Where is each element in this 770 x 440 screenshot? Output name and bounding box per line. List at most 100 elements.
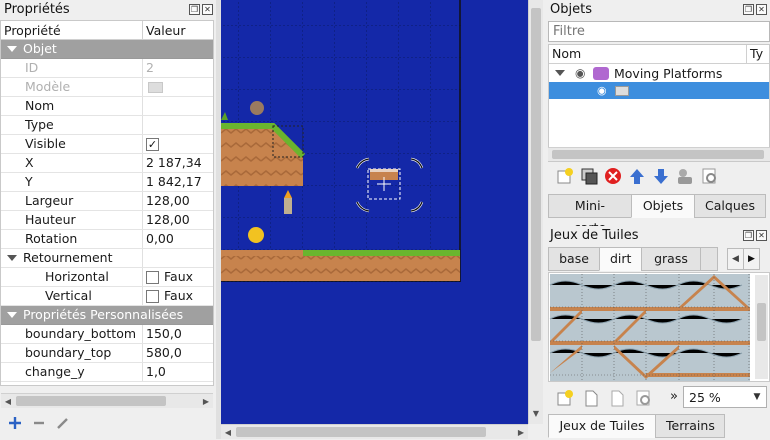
close-icon[interactable]: ✕ [756, 230, 767, 241]
tab-tilesets[interactable]: Jeux de Tuiles [548, 414, 656, 438]
property-row[interactable]: boundary_bottom 150,0 [1, 325, 213, 344]
add-icon[interactable] [8, 416, 22, 430]
eye-icon[interactable]: ◉ [575, 66, 591, 80]
property-row[interactable]: Y 1 842,17 [1, 173, 213, 192]
property-row[interactable]: Visible ✓ [1, 135, 213, 154]
property-row[interactable]: boundary_top 580,0 [1, 344, 213, 363]
map-view[interactable] [221, 0, 528, 424]
scroll-left-icon[interactable]: ◀ [1, 394, 15, 409]
property-value[interactable]: 1 842,17 [143, 173, 213, 191]
tree-hscroll-thumb[interactable] [552, 150, 764, 159]
property-value[interactable]: 2 187,34 [143, 154, 213, 172]
tabs-right-icon[interactable]: ▶ [743, 248, 760, 270]
property-row[interactable]: change_y 1,0 [1, 363, 213, 382]
property-value[interactable]: ✓ [143, 135, 213, 153]
column-property[interactable]: Propriété [1, 21, 143, 39]
property-row[interactable]: X 2 187,34 [1, 154, 213, 173]
scroll-left-icon[interactable]: ◀ [221, 425, 235, 440]
tab-layers[interactable]: Calques [694, 194, 766, 218]
property-value[interactable]: 128,00 [143, 211, 213, 229]
property-row[interactable]: Retournement [1, 249, 213, 268]
chevron-down-icon[interactable]: ▼ [748, 392, 766, 402]
property-value[interactable]: 580,0 [143, 344, 213, 362]
duplicate-icon[interactable] [580, 167, 598, 185]
property-value[interactable] [143, 116, 213, 134]
new-layer-icon[interactable] [556, 167, 574, 185]
scroll-down-icon[interactable]: ▼ [529, 409, 543, 418]
tree-hscrollbar[interactable] [548, 147, 770, 161]
expand-icon[interactable] [555, 69, 565, 76]
expand-icon[interactable] [7, 46, 17, 52]
property-value[interactable] [143, 97, 213, 115]
property-row[interactable]: Vertical Faux [1, 287, 213, 306]
zoom-select[interactable]: 25 % ▼ [683, 386, 767, 408]
property-row[interactable]: Type [1, 116, 213, 135]
eye-icon[interactable]: ◉ [597, 84, 611, 97]
move-down-icon[interactable] [652, 167, 670, 185]
property-row[interactable]: Objet [1, 40, 213, 59]
property-row[interactable]: Largeur 128,00 [1, 192, 213, 211]
export-tileset-icon[interactable] [608, 389, 626, 407]
more-icon[interactable]: » [670, 389, 678, 404]
canvas-vscrollbar[interactable]: ▼ [528, 0, 543, 424]
property-row[interactable]: Nom [1, 97, 213, 116]
remove-icon[interactable] [32, 416, 46, 430]
checkbox[interactable]: ✓ [146, 137, 159, 151]
tab-base[interactable]: base [548, 247, 600, 271]
canvas-vscroll-thumb[interactable] [531, 8, 541, 341]
close-icon[interactable]: ✕ [202, 4, 213, 15]
property-row[interactable]: ID 2 [1, 59, 213, 78]
tabs-left-icon[interactable]: ◀ [727, 248, 744, 270]
tab-grass[interactable]: grass [641, 247, 701, 271]
column-type[interactable]: Ty [747, 45, 763, 63]
expand-icon[interactable] [7, 312, 17, 318]
property-value[interactable]: 2 [143, 59, 213, 77]
tab-objects[interactable]: Objets [631, 194, 695, 218]
canvas-hscroll-thumb[interactable] [236, 427, 486, 437]
filter-input[interactable] [548, 21, 770, 42]
scroll-right-icon[interactable]: ▶ [514, 425, 528, 440]
tab-minimap[interactable]: Mini-carte [548, 194, 632, 235]
import-tileset-icon[interactable] [582, 389, 600, 407]
expand-icon[interactable] [7, 255, 17, 261]
float-icon[interactable]: ❐ [189, 4, 200, 15]
checkbox[interactable] [146, 270, 159, 284]
tab-dirt[interactable]: dirt [599, 247, 642, 271]
property-value[interactable]: 1,0 [143, 363, 213, 381]
canvas-hscrollbar[interactable]: ◀ ▶ [221, 424, 528, 439]
property-value[interactable] [143, 249, 213, 267]
column-name[interactable]: Nom [549, 45, 747, 63]
property-row[interactable]: Rotation 0,00 [1, 230, 213, 249]
scroll-right-icon[interactable]: ▶ [199, 394, 213, 409]
close-icon[interactable]: ✕ [756, 4, 767, 15]
tileset-view[interactable] [548, 272, 770, 382]
edit-icon[interactable] [56, 416, 70, 430]
property-row[interactable]: Propriétés Personnalisées [1, 306, 213, 325]
properties-icon[interactable] [700, 167, 718, 185]
property-row[interactable]: Modèle [1, 78, 213, 97]
group-icon[interactable] [676, 167, 694, 185]
tab-terrains[interactable]: Terrains [655, 414, 725, 438]
tab-overflow[interactable] [700, 247, 718, 271]
column-value[interactable]: Valeur [143, 21, 185, 39]
float-icon[interactable]: ❐ [743, 4, 754, 15]
property-row[interactable]: Hauteur 128,00 [1, 211, 213, 230]
delete-icon[interactable] [604, 167, 622, 185]
new-tileset-icon[interactable] [556, 389, 574, 407]
property-value[interactable]: Faux [143, 287, 213, 305]
property-value[interactable] [143, 78, 213, 96]
tileset-properties-icon[interactable] [634, 389, 652, 407]
property-value[interactable]: 150,0 [143, 325, 213, 343]
properties-hscrollbar[interactable]: ◀ ▶ [1, 393, 213, 408]
property-value[interactable]: 128,00 [143, 192, 213, 210]
object-row-selected[interactable]: ◉ [549, 82, 769, 99]
layer-row[interactable]: ◉ Moving Platforms [549, 65, 769, 81]
checkbox[interactable] [146, 289, 159, 303]
property-row[interactable]: Horizontal Faux [1, 268, 213, 287]
property-value[interactable]: Faux [143, 268, 213, 286]
scroll-thumb[interactable] [16, 396, 166, 406]
float-icon[interactable]: ❐ [743, 230, 754, 241]
rock-object[interactable] [250, 101, 264, 115]
coin-object[interactable] [248, 227, 264, 243]
tileset-grid[interactable] [549, 273, 770, 382]
